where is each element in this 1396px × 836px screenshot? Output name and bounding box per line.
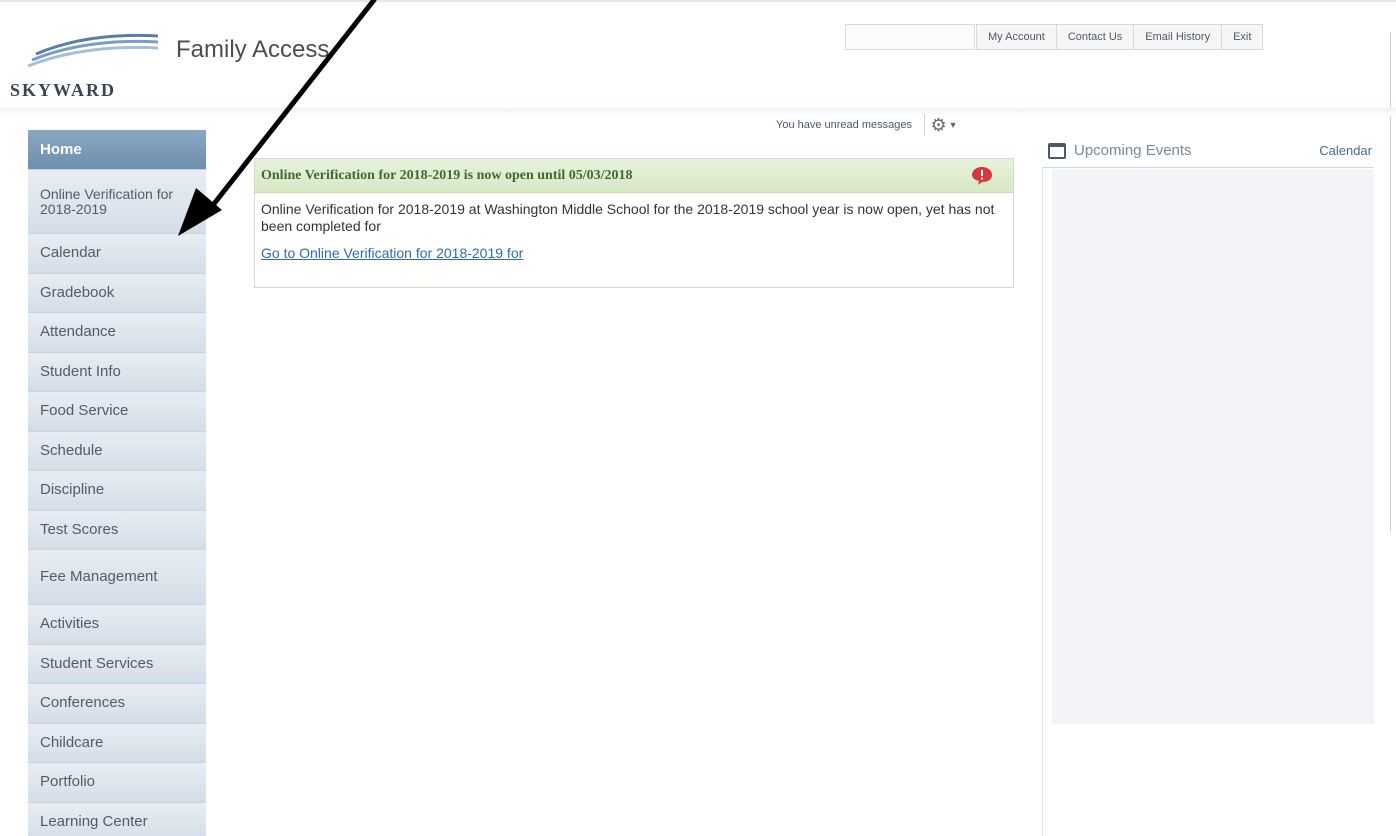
email-history-link[interactable]: Email History [1133,25,1221,49]
sidebar-item-conferences[interactable]: Conferences [28,684,206,724]
gear-icon[interactable]: ⚙ ▼ [925,112,963,138]
logo-text: SKYWARD [10,80,116,100]
notice-title: Online Verification for 2018-2019 is now… [261,167,633,183]
upcoming-events-title: Upcoming Events [1074,142,1192,159]
sidebar-item-test-scores[interactable]: Test Scores [28,510,206,550]
sidebar-item-fee-management[interactable]: Fee Management [28,550,206,605]
window-edge [1390,32,1396,532]
notice-header: Online Verification for 2018-2019 is now… [255,159,1013,193]
sidebar-item-online-verification[interactable]: Online Verification for 2018-2019 [28,170,206,234]
online-verification-link[interactable]: Go to Online Verification for 2018-2019 … [261,245,523,262]
verification-notice: Online Verification for 2018-2019 is now… [254,158,1014,288]
app-title: Family Access [176,36,330,63]
sidebar-item-food-service[interactable]: Food Service [28,392,206,432]
sidebar-nav: Home Online Verification for 2018-2019 C… [28,130,206,836]
sidebar-item-schedule[interactable]: Schedule [28,431,206,471]
skyward-logo[interactable]: SKYWARD [8,24,173,104]
notice-text: Online Verification for 2018-2019 at Was… [261,201,995,234]
calendar-link[interactable]: Calendar [1319,143,1372,158]
sidebar-item-student-services[interactable]: Student Services [28,644,206,684]
contact-us-link[interactable]: Contact Us [1055,25,1133,49]
top-links: My Account Contact Us Email History Exit [976,24,1264,50]
main-content: You have unread messages ⚙ ▼ Online Verif… [226,112,1034,836]
sidebar-item-discipline[interactable]: Discipline [28,471,206,511]
sidebar-item-portfolio[interactable]: Portfolio [28,763,206,803]
exit-link[interactable]: Exit [1221,25,1262,49]
chevron-down-icon: ▼ [948,120,958,130]
upcoming-events-header: Upcoming Events Calendar [1042,134,1374,168]
notice-body: Online Verification for 2018-2019 at Was… [255,193,1013,262]
sidebar-item-calendar[interactable]: Calendar [28,234,206,274]
top-search-box[interactable] [845,24,975,50]
message-bar: You have unread messages ⚙ ▼ [764,112,963,138]
sidebar-item-attendance[interactable]: Attendance [28,313,206,353]
sidebar-item-childcare[interactable]: Childcare [28,723,206,763]
sidebar-item-learning-center[interactable]: Learning Center [28,802,206,836]
upcoming-events-body [1052,169,1374,724]
sidebar-item-student-info[interactable]: Student Info [28,352,206,392]
sidebar-item-gradebook[interactable]: Gradebook [28,273,206,313]
sidebar-item-home[interactable]: Home [28,130,206,170]
calendar-icon [1048,142,1066,159]
upcoming-events-panel: Upcoming Events Calendar [1042,112,1374,836]
unread-messages-link[interactable]: You have unread messages [764,114,925,136]
my-account-link[interactable]: My Account [977,25,1056,49]
page-header: SKYWARD Family Access My Account Contact… [0,0,1396,532]
panel-divider [1042,168,1043,836]
sidebar-item-activities[interactable]: Activities [28,605,206,645]
notification-badge-icon [972,167,992,185]
